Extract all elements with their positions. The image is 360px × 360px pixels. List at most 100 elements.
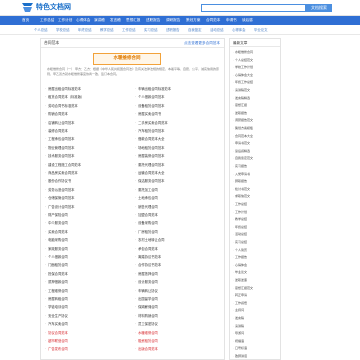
subnav-item[interactable]: 年终总结	[78, 26, 92, 34]
list-item[interactable]: · 设计服务合同	[135, 278, 221, 286]
nav-item[interactable]: 策划方案	[186, 16, 200, 25]
nav-item[interactable]: 调研报告	[166, 16, 180, 25]
list-item[interactable]: · 劳动合同书标准范本	[45, 102, 131, 110]
nav-item[interactable]: 合同范本	[206, 16, 220, 25]
list-item[interactable]: · 安全生产协议	[45, 312, 131, 320]
list-item[interactable]: · 汽车租赁合同范本	[135, 127, 221, 135]
sidebar-item[interactable]: ·读后感精选	[233, 148, 279, 155]
sidebar-item[interactable]: ·转正申请	[233, 292, 279, 299]
list-item[interactable]: · 房屋装修合同范本	[135, 152, 221, 160]
subnav-item[interactable]: 自我鉴定	[188, 26, 202, 34]
sidebar-item[interactable]: ·心得体会大全	[233, 72, 279, 79]
list-item[interactable]: · 个人借款合同范本	[135, 93, 221, 101]
sidebar-item[interactable]: ·水暖维修合同	[233, 49, 279, 56]
site-logo[interactable]: 特色文档网	[22, 2, 72, 13]
nav-item[interactable]: 读后感	[242, 16, 253, 25]
list-item[interactable]: · 车辆出租合同标准范本	[135, 85, 221, 93]
subnav-item[interactable]: 述职报告	[166, 26, 180, 34]
list-item[interactable]: · 汽车买卖合同	[45, 320, 131, 328]
nav-item[interactable]: 工作计划	[58, 16, 72, 25]
list-item[interactable]: · 房屋转租合同	[45, 295, 131, 303]
list-item[interactable]: · 股份合作协议书	[45, 177, 131, 185]
sidebar-item[interactable]: ·思想汇报	[233, 102, 279, 109]
list-item[interactable]: · 房屋抵押合同	[135, 270, 221, 278]
list-item[interactable]: · 仓储保管合同范本	[45, 194, 131, 202]
list-item[interactable]: · 加盟合同范本	[135, 211, 221, 219]
list-item[interactable]: · 劳务派遣合同范本	[45, 186, 131, 194]
subnav-item[interactable]: 活动总结	[210, 26, 224, 34]
sidebar-item[interactable]: ·导游词	[233, 330, 279, 337]
sidebar-item[interactable]: ·口号标语	[233, 345, 279, 352]
nav-item[interactable]: 工作总结	[40, 16, 54, 25]
list-item[interactable]: · 出国留学合同	[135, 295, 221, 303]
list-item[interactable]: · 个人借款合同	[45, 253, 131, 261]
sidebar-item[interactable]: ·检讨书范文	[233, 186, 279, 193]
list-item[interactable]: · 设备采购合同	[135, 219, 221, 227]
subnav-item[interactable]: 心得体会	[232, 26, 246, 34]
list-item[interactable]: · 担保合同范本	[45, 270, 131, 278]
sidebar-item[interactable]: ·申请书范文	[233, 140, 279, 147]
list-item[interactable]: · 建设工程施工合同范本	[45, 161, 131, 169]
list-item[interactable]: · 技术服务合同范本	[45, 152, 131, 160]
list-item[interactable]: · 车辆转让协议	[135, 287, 221, 295]
sidebar-item[interactable]: ·思想汇报范文	[233, 285, 279, 292]
sidebar-item[interactable]: ·演讲稿范文	[233, 87, 279, 94]
list-item[interactable]: · 买卖合同范本	[45, 228, 131, 236]
sidebar-item[interactable]: ·求职信范文	[233, 193, 279, 200]
sidebar-item[interactable]: ·工作总结	[233, 201, 279, 208]
sidebar-item[interactable]: ·策划方案模板	[233, 125, 279, 132]
nav-item[interactable]: 首页	[22, 16, 29, 25]
sidebar-item[interactable]: ·自我鉴定范文	[233, 155, 279, 162]
list-item[interactable]: · 装修合同范本	[45, 127, 131, 135]
list-item[interactable]: · 员工保密协议	[135, 320, 221, 328]
list-item[interactable]: · 委托加工合同	[135, 186, 221, 194]
sidebar-item[interactable]: ·主持词	[233, 307, 279, 314]
subnav-item[interactable]: 个人总结	[34, 26, 48, 34]
list-item[interactable]: · 承包合同范本	[135, 245, 221, 253]
sidebar-item[interactable]: ·致辞讲话	[233, 353, 279, 360]
list-item[interactable]: · 广告发布合同	[45, 345, 131, 353]
list-item[interactable]: · 场地租赁合同范本	[135, 144, 221, 152]
list-item[interactable]: · 广告设计合同范本	[45, 203, 131, 211]
sidebar-item[interactable]: ·学校工作计划	[233, 64, 279, 71]
list-item[interactable]: · 家政服务合同	[45, 245, 131, 253]
list-item[interactable]: · 合作协议书范本	[135, 261, 221, 269]
list-item[interactable]: · 销售代理合同	[135, 203, 221, 211]
list-item[interactable]: · 购销合同范本	[45, 110, 131, 118]
sidebar-item[interactable]: ·个人总结范文	[233, 57, 279, 64]
list-item[interactable]: · 财产保险合同	[45, 211, 131, 219]
list-item[interactable]: · 工程维修合同	[45, 287, 131, 295]
sidebar-item[interactable]: ·入党申请书	[233, 171, 279, 178]
sidebar-item[interactable]: ·活动总结	[233, 231, 279, 238]
list-item[interactable]: · 土地承包合同	[135, 194, 221, 202]
nav-item[interactable]: 思想汇报	[126, 16, 140, 25]
list-item[interactable]: · 学徒培训合同	[45, 303, 131, 311]
sidebar-item[interactable]: ·个人简历	[233, 247, 279, 254]
sidebar-item[interactable]: ·工作报告	[233, 254, 279, 261]
sidebar-item[interactable]: ·工作感悟	[233, 300, 279, 307]
list-item[interactable]: · 委托代理合同范本	[135, 161, 221, 169]
nav-item[interactable]: 申请书	[226, 16, 237, 25]
featured-title[interactable]: 水暖维修合同	[93, 53, 161, 65]
list-item[interactable]: · 房屋出租合同标准范本	[45, 85, 131, 93]
list-item[interactable]: · 租赁合同范本（标准版）	[45, 93, 131, 101]
list-item[interactable]: · 水暖维修合同	[135, 329, 221, 337]
sidebar-item[interactable]: ·年终工作总结	[233, 79, 279, 86]
list-item[interactable]: · 出版合同范本	[135, 345, 221, 353]
list-item[interactable]: · 商品房买卖合同范本	[45, 169, 131, 177]
sidebar-item[interactable]: ·毕业论文	[233, 269, 279, 276]
sidebar-item[interactable]: ·述职报告	[233, 110, 279, 117]
list-item[interactable]: · 离婚协议书范本	[135, 253, 221, 261]
sidebar-item[interactable]: ·发言稿精选	[233, 95, 279, 102]
sidebar-item[interactable]: ·教学总结	[233, 216, 279, 223]
list-item[interactable]: · 电脑采购合同	[45, 236, 131, 244]
sidebar-item[interactable]: ·年终总结	[233, 224, 279, 231]
subnav-item[interactable]: 实习总结	[144, 26, 158, 34]
sidebar-item[interactable]: ·实习报告	[233, 163, 279, 170]
subnav-item[interactable]: 工作总结	[122, 26, 136, 34]
list-item[interactable]: · 质押借款合同	[45, 278, 131, 286]
nav-item[interactable]: 述职报告	[146, 16, 160, 25]
list-item[interactable]: · 农村土地转让合同	[135, 236, 221, 244]
sidebar-item[interactable]: ·演讲稿	[233, 323, 279, 330]
list-item[interactable]: · 中介服务合同	[45, 219, 131, 227]
